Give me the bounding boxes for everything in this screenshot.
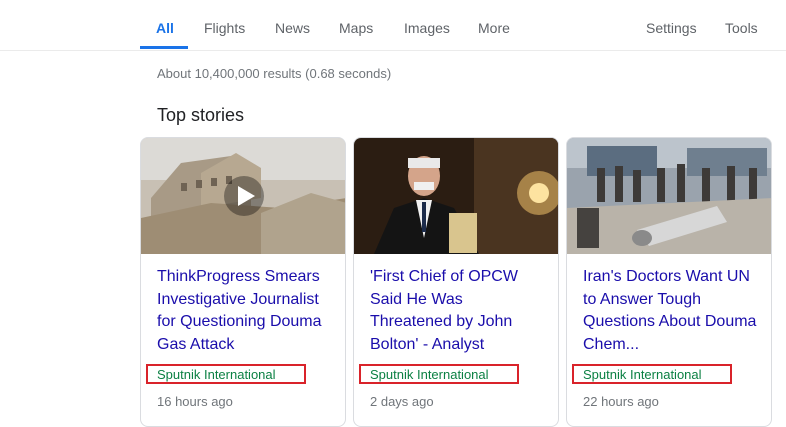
story-time: 2 days ago (370, 394, 434, 409)
active-tab-indicator (140, 46, 188, 49)
story-headline[interactable]: 'First Chief of OPCW Said He Was Threate… (370, 266, 546, 356)
story-card[interactable]: ThinkProgress Smears Investigative Journ… (140, 137, 346, 427)
story-thumbnail[interactable] (354, 138, 558, 254)
tab-settings[interactable]: Settings (646, 20, 697, 36)
story-headline[interactable]: ThinkProgress Smears Investigative Journ… (157, 266, 333, 356)
tab-tools[interactable]: Tools (725, 20, 758, 36)
story-time: 16 hours ago (157, 394, 233, 409)
tab-maps[interactable]: Maps (339, 20, 373, 36)
story-time: 22 hours ago (583, 394, 659, 409)
story-thumbnail[interactable] (567, 138, 771, 254)
tab-flights[interactable]: Flights (204, 20, 245, 36)
result-stats: About 10,400,000 results (0.68 seconds) (157, 66, 392, 81)
story-headline[interactable]: Iran's Doctors Want UN to Answer Tough Q… (583, 266, 759, 356)
story-source: Sputnik International (157, 367, 276, 382)
tab-images[interactable]: Images (404, 20, 450, 36)
search-tab-bar: All Flights News Maps Images More Settin… (0, 0, 786, 51)
story-card[interactable]: Iran's Doctors Want UN to Answer Tough Q… (566, 137, 772, 427)
section-title: Top stories (157, 105, 245, 125)
tab-news[interactable]: News (275, 20, 310, 36)
story-thumbnail[interactable] (141, 138, 345, 254)
tab-more[interactable]: More (478, 20, 510, 36)
story-card[interactable]: 'First Chief of OPCW Said He Was Threate… (353, 137, 559, 427)
story-source: Sputnik International (583, 367, 702, 382)
tab-all[interactable]: All (156, 20, 174, 36)
story-source: Sputnik International (370, 367, 489, 382)
